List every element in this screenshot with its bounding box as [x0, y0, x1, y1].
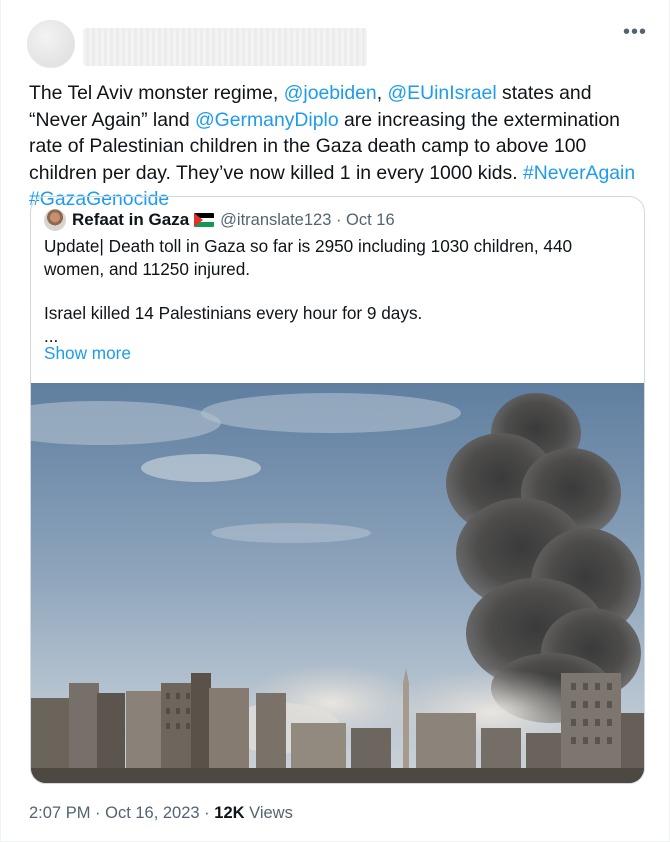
quoted-author-avatar[interactable] [44, 209, 66, 231]
quoted-tweet-header: Refaat in Gaza @itranslate123 · Oct 16 [44, 209, 395, 231]
quoted-tweet[interactable]: Refaat in Gaza @itranslate123 · Oct 16 U… [30, 196, 645, 784]
mention-germanydiplo[interactable]: @GermanyDiplo [195, 109, 339, 131]
body-text-1: The Tel Aviv monster regime, [29, 82, 284, 104]
quoted-author-name[interactable]: Refaat in Gaza [72, 210, 189, 230]
author-name-redacted [83, 28, 367, 66]
quoted-tweet-text: Update| Death toll in Gaza so far is 295… [44, 235, 634, 348]
quoted-author-handle-date[interactable]: @itranslate123 · Oct 16 [220, 211, 395, 230]
quoted-line-1: Update| Death toll in Gaza so far is 295… [44, 236, 573, 279]
tweet-text: The Tel Aviv monster regime, @joebiden, … [29, 80, 649, 213]
show-more-link[interactable]: Show more [44, 343, 131, 364]
views-label: Views [244, 804, 293, 822]
tweet-meta: 2:07 PM · Oct 16, 2023 · 12K Views [29, 804, 293, 823]
hashtag-neveragain[interactable]: #NeverAgain [523, 162, 635, 184]
tweet-timestamp[interactable]: 2:07 PM · Oct 16, 2023 · [29, 804, 214, 822]
mention-euinisrael[interactable]: @EUinIsrael [388, 82, 497, 104]
author-avatar[interactable] [27, 20, 75, 68]
palestine-flag-icon [194, 213, 215, 227]
more-options-icon[interactable]: ••• [623, 22, 647, 42]
body-text-2: , [376, 82, 388, 104]
gaza-smoke-photo [31, 383, 644, 783]
views-count: 12K [214, 804, 245, 822]
tweet-card: ••• The Tel Aviv monster regime, @joebid… [0, 0, 670, 842]
mention-joebiden[interactable]: @joebiden [284, 82, 377, 104]
quoted-line-3: ... [44, 326, 59, 346]
quoted-line-2: Israel killed 14 Palestinians every hour… [44, 303, 423, 323]
tweet-photo[interactable] [31, 383, 644, 783]
